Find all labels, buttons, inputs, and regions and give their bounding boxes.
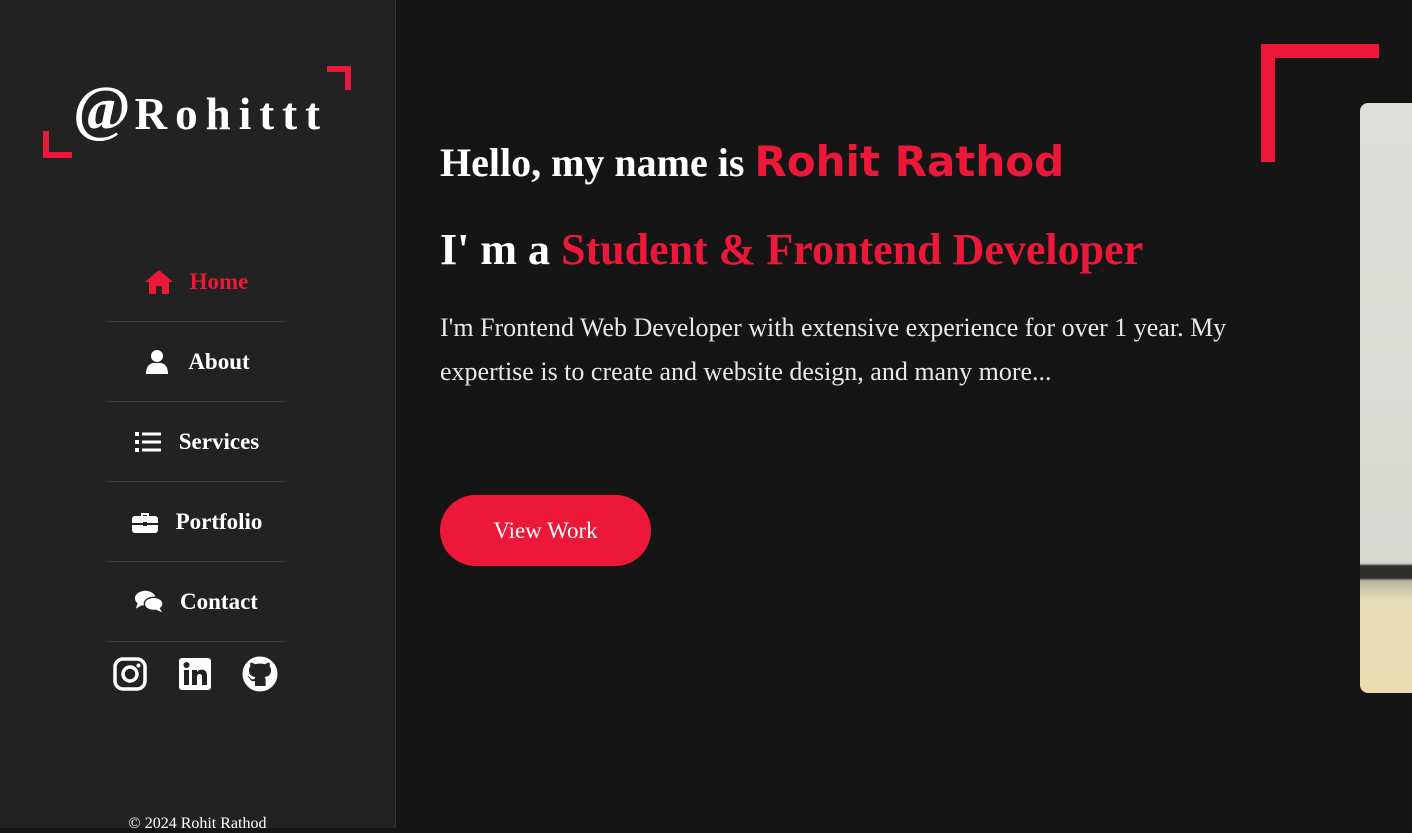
nav-item-about[interactable]: About [107, 322, 285, 402]
logo-name: Rohittt [134, 89, 329, 139]
nav-item-contact[interactable]: Contact [107, 562, 285, 642]
list-icon [133, 427, 163, 457]
logo-corner-bottom-left [43, 131, 72, 158]
github-icon[interactable] [242, 656, 278, 692]
hero-description: I'm Frontend Web Developer with extensiv… [440, 313, 1227, 386]
logo-text: @Rohittt [73, 78, 328, 140]
role-text: Student & Frontend Developer [561, 225, 1144, 274]
linkedin-icon[interactable] [177, 656, 213, 692]
nav-item-portfolio[interactable]: Portfolio [107, 482, 285, 562]
view-work-button[interactable]: View Work [440, 495, 651, 566]
logo-corner-top-right [327, 66, 351, 90]
hero-role: I' m a Student & Frontend Developer [440, 224, 1143, 275]
nav-label-about: About [188, 348, 250, 374]
nav-label-portfolio: Portfolio [175, 508, 263, 534]
user-icon [142, 347, 172, 377]
hero-name: Rohit Rathod [754, 137, 1065, 186]
nav-label-services: Services [178, 428, 260, 454]
sidebar: @Rohittt Home About Services Portfolio C… [0, 0, 396, 832]
social-links [112, 656, 278, 692]
logo-at-symbol: @ [73, 75, 131, 143]
nav-item-services[interactable]: Services [107, 402, 285, 482]
profile-photo [1360, 103, 1412, 693]
home-icon [144, 267, 174, 297]
briefcase-icon [130, 507, 160, 537]
footer-copyright: © 2024 Rohit Rathod [128, 815, 267, 832]
instagram-icon[interactable] [112, 656, 148, 692]
sidebar-nav: Home About Services Portfolio Contact [107, 242, 285, 642]
nav-label-home: Home [189, 268, 249, 294]
comments-icon [134, 587, 164, 617]
nav-item-home[interactable]: Home [107, 242, 285, 322]
role-prefix: I' m a [440, 225, 561, 274]
nav-label-contact: Contact [180, 588, 258, 614]
hero-greeting: Hello, my name is Rohit Rathod [440, 137, 1064, 186]
greeting-text: Hello, my name is [440, 140, 755, 185]
logo[interactable]: @Rohittt [43, 66, 351, 158]
